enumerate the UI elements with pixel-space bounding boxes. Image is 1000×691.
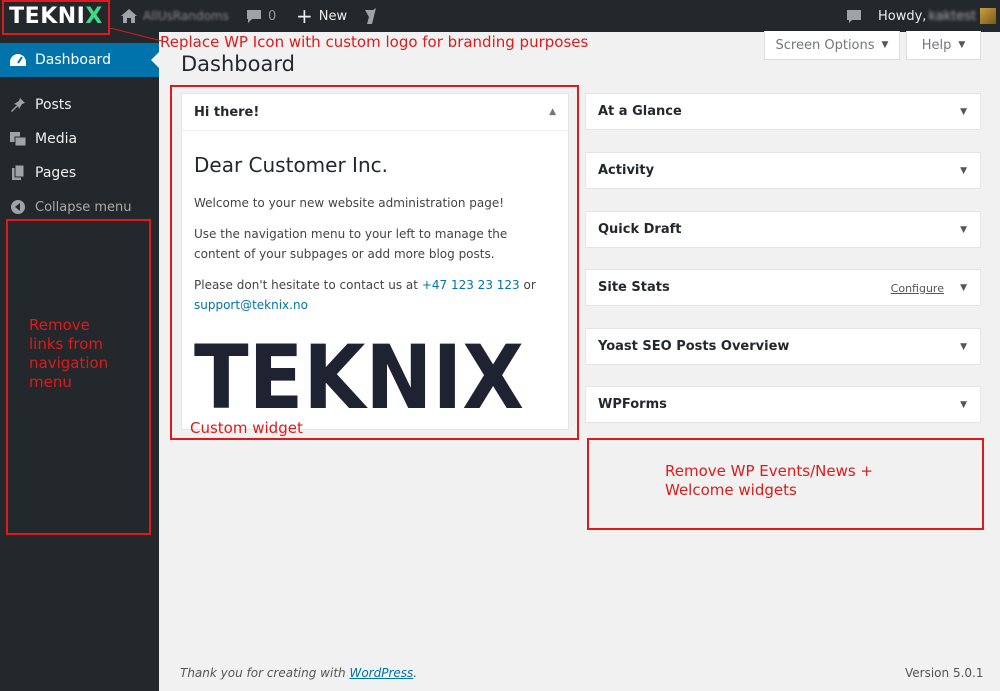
nav-note-line: menu — [29, 373, 72, 391]
new-content-button[interactable]: + New — [296, 0, 347, 32]
screen-options-button[interactable]: Screen Options ▼ — [764, 31, 900, 60]
wpforms-widget[interactable]: WPForms ▼ — [585, 386, 981, 423]
pages-icon — [9, 164, 27, 182]
activity-widget[interactable]: Activity ▼ — [585, 152, 981, 189]
screen-options-label: Screen Options — [775, 37, 875, 53]
sidebar-item-dashboard[interactable]: Dashboard — [0, 43, 159, 77]
caret-down-icon[interactable]: ▼ — [960, 400, 967, 410]
pin-icon — [9, 96, 27, 114]
annotation-pointer-line — [110, 28, 162, 42]
custom-widget-annotation-text: Custom widget — [190, 419, 303, 437]
caret-down-icon: ▼ — [958, 40, 966, 50]
events-note-line: Remove WP Events/News + — [665, 462, 873, 480]
sidebar-item-label: Dashboard — [35, 52, 111, 68]
sidebar-item-media[interactable]: Media — [0, 122, 159, 156]
caret-down-icon[interactable]: ▼ — [960, 283, 967, 293]
avatar — [980, 8, 997, 24]
quick-draft-widget[interactable]: Quick Draft ▼ — [585, 211, 981, 248]
caret-down-icon[interactable]: ▼ — [960, 166, 967, 176]
comments-count: 0 — [268, 8, 277, 24]
logo-annotation-text: Replace WP Icon with custom logo for bra… — [160, 33, 589, 51]
widget-title: At a Glance — [598, 104, 682, 119]
yoast-overview-widget[interactable]: Yoast SEO Posts Overview ▼ — [585, 328, 981, 365]
collapse-icon — [9, 198, 27, 216]
configure-link[interactable]: Configure — [891, 282, 944, 295]
footer-thanks-suffix: . — [413, 666, 418, 680]
sidebar-item-label: Pages — [35, 165, 77, 181]
widget-title: WPForms — [598, 397, 667, 412]
new-label: New — [318, 8, 348, 24]
wordpress-link[interactable]: WordPress — [349, 666, 413, 680]
sidebar-item-posts[interactable]: Posts — [0, 88, 159, 122]
logo-annotation-box — [2, 0, 110, 35]
widget-title: Quick Draft — [598, 222, 682, 237]
widget-title: Activity — [598, 163, 655, 178]
footer-version: Version 5.0.1 — [905, 666, 984, 680]
widget-title: Yoast SEO Posts Overview — [598, 339, 790, 354]
account-menu[interactable]: Howdy, kaktest — [878, 0, 997, 32]
help-button[interactable]: Help ▼ — [906, 31, 981, 60]
caret-down-icon: ▼ — [881, 40, 889, 50]
caret-down-icon[interactable]: ▼ — [960, 342, 967, 352]
site-stats-widget[interactable]: Site Stats Configure ▼ — [585, 269, 981, 306]
dashboard-icon — [9, 51, 27, 69]
widget-title: Site Stats — [598, 280, 670, 295]
events-annotation-text: Remove WP Events/News + Welcome widgets — [665, 462, 873, 500]
sidebar-item-label: Posts — [35, 97, 72, 113]
nav-note-line: navigation — [29, 354, 109, 372]
plus-icon: + — [296, 4, 313, 28]
events-note-line: Welcome widgets — [665, 481, 797, 499]
comment-icon — [247, 9, 261, 23]
notification-icon[interactable] — [846, 0, 862, 32]
caret-down-icon[interactable]: ▼ — [960, 107, 967, 117]
username: kaktest — [928, 8, 977, 24]
caret-down-icon[interactable]: ▼ — [960, 225, 967, 235]
sidebar-item-label: Media — [35, 131, 78, 147]
yoast-icon[interactable] — [363, 0, 381, 32]
at-a-glance-widget[interactable]: At a Glance ▼ — [585, 93, 981, 130]
nav-note-line: links from — [29, 335, 104, 353]
sidebar-item-pages[interactable]: Pages — [0, 156, 159, 190]
page-title: Dashboard — [181, 52, 295, 76]
nav-note-line: Remove — [29, 316, 90, 334]
help-label: Help — [921, 37, 952, 53]
custom-widget-annotation-box — [170, 85, 579, 440]
collapse-label: Collapse menu — [35, 199, 132, 215]
howdy-text: Howdy, — [878, 8, 927, 24]
nav-annotation-text: Remove links from navigation menu — [29, 316, 108, 392]
media-icon — [9, 130, 27, 148]
footer-thanks-prefix: Thank you for creating with — [180, 666, 346, 680]
footer-thanks: Thank you for creating with WordPress. — [180, 666, 417, 680]
comments-link[interactable]: 0 — [246, 0, 276, 32]
